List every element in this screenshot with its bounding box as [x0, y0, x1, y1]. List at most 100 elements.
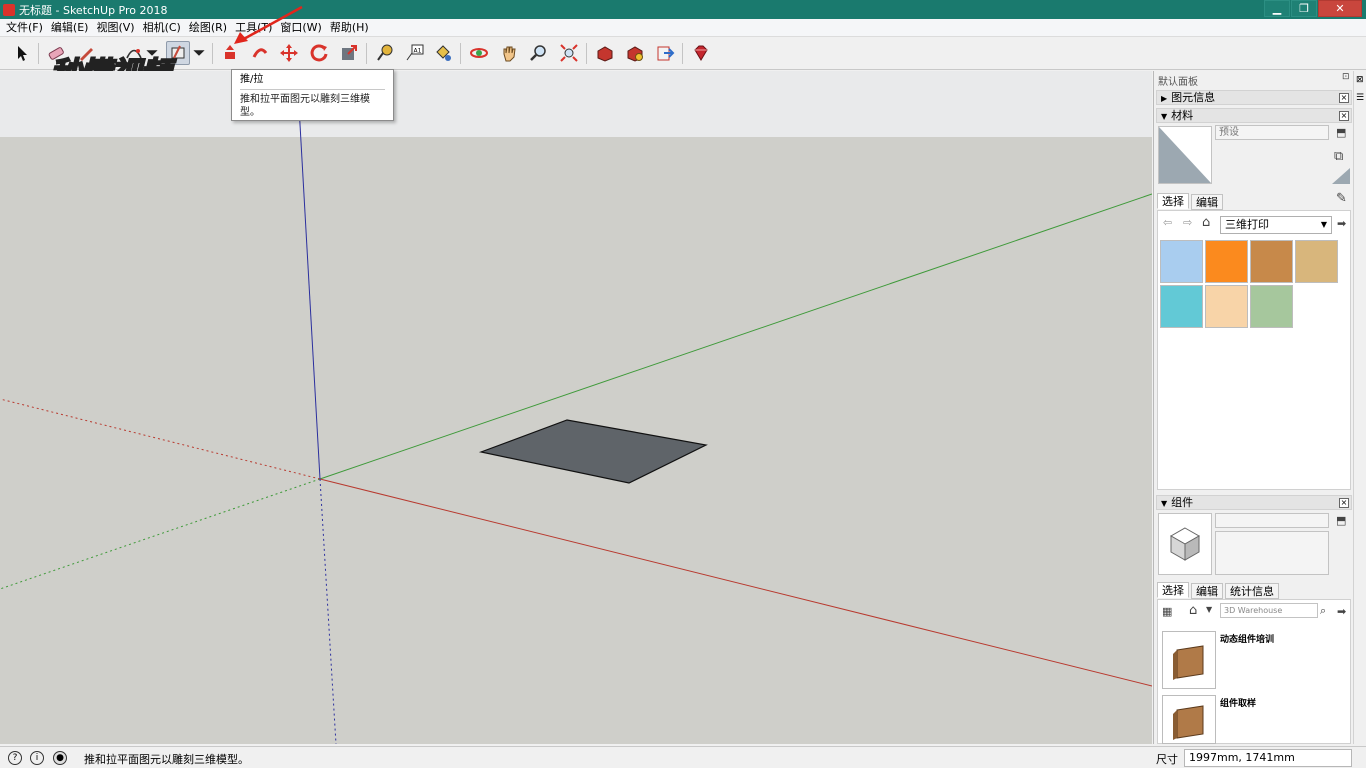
eyedropper-icon[interactable]: ✎ [1336, 191, 1347, 206]
chevron-down-icon[interactable]: ▼ [1206, 605, 1212, 614]
entity-info-panel-header[interactable]: ▶ 图元信息 × [1156, 90, 1352, 105]
components-panel-header[interactable]: ▼ 组件 × [1156, 495, 1352, 510]
ruby-console-button[interactable] [689, 41, 713, 65]
pan-tool-button[interactable] [497, 41, 521, 65]
entity-info-title: 图元信息 [1171, 91, 1216, 104]
components-tab-select[interactable]: 选择 [1157, 582, 1189, 598]
component-preview [1158, 513, 1212, 575]
material-name-field[interactable]: 预设 [1215, 125, 1329, 140]
components-tab-edit[interactable]: 编辑 [1191, 583, 1223, 599]
materials-panel-header[interactable]: ▼ 材料 × [1156, 108, 1352, 123]
close-button[interactable]: ✕ [1318, 0, 1362, 17]
send-to-layout-button[interactable] [653, 41, 677, 65]
orbit-tool-button[interactable] [467, 41, 491, 65]
display-secondary-icon[interactable]: ⧉ [1334, 149, 1343, 164]
rectangle-icon [171, 45, 185, 59]
material-swatch[interactable] [1160, 285, 1203, 328]
caret-right-icon: ▶ [1161, 94, 1168, 103]
measurements-input[interactable]: 1997mm, 1741mm [1184, 749, 1352, 767]
rectangle-dropdown[interactable] [192, 41, 206, 65]
red-axis [319, 478, 1152, 687]
orbit-icon [470, 48, 488, 58]
zoom-tool-button[interactable] [527, 41, 551, 65]
pin-icon[interactable]: ⊡ [1342, 72, 1350, 82]
toolbar-separator [586, 43, 587, 64]
3d-warehouse-button[interactable] [593, 41, 617, 65]
component-item-thumbnail[interactable] [1162, 631, 1216, 689]
view-options-icon[interactable]: ▦ [1162, 605, 1172, 618]
maximize-button[interactable]: ❐ [1291, 0, 1317, 17]
geo-location-icon[interactable]: ? [8, 751, 22, 765]
rotate-tool-button[interactable] [307, 41, 331, 65]
details-arrow-icon[interactable]: ➡ [1337, 605, 1346, 618]
back-arrow-icon[interactable]: ⇦ [1163, 216, 1172, 229]
rectangle-face[interactable] [478, 419, 708, 484]
toolbar-separator [366, 43, 367, 64]
text-tool-button[interactable]: A1 [403, 41, 427, 65]
pin-icon[interactable]: ⊠ [1356, 75, 1364, 85]
rotate-icon [310, 44, 328, 62]
select-tool-button[interactable] [10, 41, 34, 65]
material-swatch[interactable] [1205, 240, 1248, 283]
toolbar-separator [38, 43, 39, 64]
component-item-name[interactable]: 动态组件培训 [1220, 632, 1274, 645]
components-title: 组件 [1171, 496, 1194, 509]
close-icon[interactable]: × [1339, 498, 1349, 508]
window-title: 无标题 - SketchUp Pro 2018 [19, 3, 168, 17]
chevron-down-icon: ▼ [1320, 220, 1327, 229]
zoom-extents-tool-button[interactable] [557, 41, 581, 65]
search-icon[interactable]: ⌕ [1320, 604, 1326, 618]
forward-arrow-icon[interactable]: ⇨ [1183, 216, 1192, 229]
material-swatch[interactable] [1250, 240, 1293, 283]
tooltip-title: 推/拉 [240, 74, 264, 85]
modeling-viewport[interactable] [0, 71, 1152, 744]
material-swatch[interactable] [1295, 240, 1338, 283]
home-icon[interactable]: ⌂ [1189, 603, 1197, 618]
component-name-field[interactable] [1215, 513, 1329, 528]
folder-icon [1173, 645, 1204, 680]
paint-bucket-tool-button[interactable] [431, 41, 455, 65]
details-arrow-icon[interactable]: ➡ [1337, 217, 1346, 230]
title-bar: 无标题 - SketchUp Pro 2018 ▁ ❐ ✕ [0, 0, 1366, 19]
menu-file[interactable]: 文件(F) [2, 19, 47, 37]
paint-bucket-icon [436, 45, 451, 61]
tray-scrollbar[interactable]: ⊠ ☰ [1353, 71, 1366, 744]
component-item-thumbnail[interactable] [1162, 695, 1216, 744]
sample-paint-icon[interactable] [1332, 168, 1350, 184]
menu-draw[interactable]: 绘图(R) [185, 19, 231, 37]
component-description-field[interactable] [1215, 531, 1329, 575]
close-icon[interactable]: × [1339, 93, 1349, 103]
tooltip-description: 推和拉平面图元以雕刻三维模型。 [240, 94, 370, 118]
scene-canvas [0, 71, 1152, 744]
materials-tab-edit[interactable]: 编辑 [1191, 194, 1223, 210]
create-material-icon[interactable]: ⬒ [1336, 126, 1346, 139]
component-item-name[interactable]: 组件取样 [1220, 696, 1256, 709]
menu-edit[interactable]: 编辑(E) [47, 19, 93, 37]
scale-tool-button[interactable] [337, 41, 361, 65]
tray-list-icon[interactable]: ☰ [1356, 93, 1364, 103]
components-tab-statistics[interactable]: 统计信息 [1225, 583, 1279, 599]
material-collection-dropdown[interactable]: 三维打印 ▼ [1220, 216, 1332, 234]
create-component-icon[interactable]: ⬒ [1336, 514, 1346, 527]
user-account-icon[interactable]: ● [53, 751, 67, 765]
zoom-extents-icon [560, 44, 578, 62]
close-icon[interactable]: × [1339, 111, 1349, 121]
menu-camera[interactable]: 相机(C) [139, 19, 185, 37]
minimize-button[interactable]: ▁ [1264, 0, 1290, 17]
material-collection-value: 三维打印 [1225, 218, 1269, 231]
home-icon[interactable]: ⌂ [1202, 215, 1210, 230]
material-swatch[interactable] [1250, 285, 1293, 328]
tape-measure-tool-button[interactable] [373, 41, 397, 65]
menu-help[interactable]: 帮助(H) [326, 19, 373, 37]
menu-view[interactable]: 视图(V) [92, 19, 138, 37]
material-swatch[interactable] [1205, 285, 1248, 328]
extension-warehouse-button[interactable] [623, 41, 647, 65]
layout-send-icon [657, 46, 675, 61]
chevron-down-icon [193, 50, 205, 56]
warehouse-search-input[interactable]: 3D Warehouse [1220, 603, 1318, 618]
materials-tab-select[interactable]: 选择 [1157, 193, 1189, 209]
caret-down-icon: ▼ [1161, 112, 1168, 121]
tooltip-divider [240, 89, 385, 90]
credits-icon[interactable]: i [30, 751, 44, 765]
material-swatch[interactable] [1160, 240, 1203, 283]
